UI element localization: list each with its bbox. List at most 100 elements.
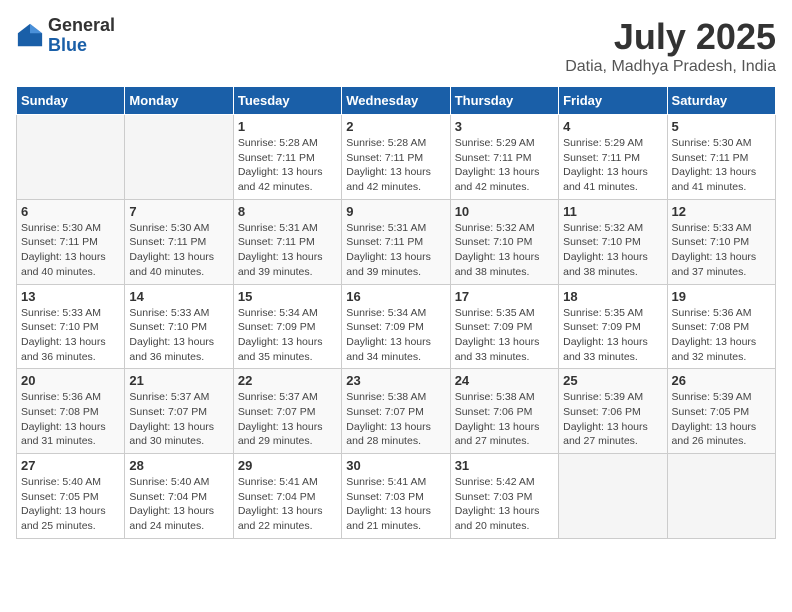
logo-general-text: General xyxy=(48,16,115,36)
day-info: Sunrise: 5:38 AM Sunset: 7:07 PM Dayligh… xyxy=(346,390,445,449)
logo: General Blue xyxy=(16,16,115,56)
day-number: 23 xyxy=(346,373,445,388)
calendar-cell: 5 Sunrise: 5:30 AM Sunset: 7:11 PM Daylig… xyxy=(667,115,775,200)
day-number: 25 xyxy=(563,373,662,388)
day-number: 4 xyxy=(563,119,662,134)
calendar-week-row: 20 Sunrise: 5:36 AM Sunset: 7:08 PM Dayli… xyxy=(17,369,776,454)
weekday-header: Monday xyxy=(125,87,233,115)
day-info: Sunrise: 5:33 AM Sunset: 7:10 PM Dayligh… xyxy=(672,221,771,280)
day-info: Sunrise: 5:40 AM Sunset: 7:04 PM Dayligh… xyxy=(129,475,228,534)
day-info: Sunrise: 5:31 AM Sunset: 7:11 PM Dayligh… xyxy=(346,221,445,280)
title-block: July 2025 Datia, Madhya Pradesh, India xyxy=(565,16,776,76)
day-info: Sunrise: 5:28 AM Sunset: 7:11 PM Dayligh… xyxy=(346,136,445,195)
day-number: 21 xyxy=(129,373,228,388)
calendar-week-row: 27 Sunrise: 5:40 AM Sunset: 7:05 PM Dayli… xyxy=(17,454,776,539)
calendar-cell: 16Sunrise: 5:34 AM Sunset: 7:09 PM Dayli… xyxy=(342,284,450,369)
calendar-cell: 23 Sunrise: 5:38 AM Sunset: 7:07 PM Dayli… xyxy=(342,369,450,454)
day-info: Sunrise: 5:42 AM Sunset: 7:03 PM Dayligh… xyxy=(455,475,554,534)
day-info: Sunrise: 5:41 AM Sunset: 7:03 PM Dayligh… xyxy=(346,475,445,534)
calendar-cell: 7 Sunrise: 5:30 AM Sunset: 7:11 PM Daylig… xyxy=(125,199,233,284)
day-number: 9 xyxy=(346,204,445,219)
day-info: Sunrise: 5:30 AM Sunset: 7:11 PM Dayligh… xyxy=(129,221,228,280)
day-number: 5 xyxy=(672,119,771,134)
calendar-cell: 30 Sunrise: 5:41 AM Sunset: 7:03 PM Dayli… xyxy=(342,454,450,539)
day-info: Sunrise: 5:41 AM Sunset: 7:04 PM Dayligh… xyxy=(238,475,337,534)
calendar-cell xyxy=(17,115,125,200)
day-info: Sunrise: 5:36 AM Sunset: 7:08 PM Dayligh… xyxy=(21,390,120,449)
calendar-cell: 1 Sunrise: 5:28 AM Sunset: 7:11 PM Daylig… xyxy=(233,115,341,200)
day-number: 28 xyxy=(129,458,228,473)
calendar-cell: 10 Sunrise: 5:32 AM Sunset: 7:10 PM Dayli… xyxy=(450,199,558,284)
logo-blue-text: Blue xyxy=(48,36,115,56)
day-info: Sunrise: 5:36 AM Sunset: 7:08 PM Dayligh… xyxy=(672,306,771,365)
day-number: 2 xyxy=(346,119,445,134)
day-number: 1 xyxy=(238,119,337,134)
calendar-cell: 18 Sunrise: 5:35 AM Sunset: 7:09 PM Dayli… xyxy=(559,284,667,369)
day-number: 30 xyxy=(346,458,445,473)
day-number: 15 xyxy=(238,289,337,304)
page-header: General Blue July 2025 Datia, Madhya Pra… xyxy=(16,16,776,76)
calendar-cell: 6Sunrise: 5:30 AM Sunset: 7:11 PM Daylig… xyxy=(17,199,125,284)
day-info: Sunrise: 5:32 AM Sunset: 7:10 PM Dayligh… xyxy=(455,221,554,280)
calendar-week-row: 6Sunrise: 5:30 AM Sunset: 7:11 PM Daylig… xyxy=(17,199,776,284)
weekday-header: Saturday xyxy=(667,87,775,115)
calendar-cell: 8 Sunrise: 5:31 AM Sunset: 7:11 PM Daylig… xyxy=(233,199,341,284)
day-info: Sunrise: 5:40 AM Sunset: 7:05 PM Dayligh… xyxy=(21,475,120,534)
calendar-cell: 13Sunrise: 5:33 AM Sunset: 7:10 PM Dayli… xyxy=(17,284,125,369)
logo-icon xyxy=(16,22,44,50)
day-info: Sunrise: 5:35 AM Sunset: 7:09 PM Dayligh… xyxy=(563,306,662,365)
day-number: 27 xyxy=(21,458,120,473)
calendar-table: SundayMondayTuesdayWednesdayThursdayFrid… xyxy=(16,86,776,539)
calendar-week-row: 1 Sunrise: 5:28 AM Sunset: 7:11 PM Daylig… xyxy=(17,115,776,200)
weekday-header: Wednesday xyxy=(342,87,450,115)
day-number: 3 xyxy=(455,119,554,134)
day-info: Sunrise: 5:30 AM Sunset: 7:11 PM Dayligh… xyxy=(21,221,120,280)
calendar-cell: 21 Sunrise: 5:37 AM Sunset: 7:07 PM Dayli… xyxy=(125,369,233,454)
day-number: 11 xyxy=(563,204,662,219)
day-number: 29 xyxy=(238,458,337,473)
location-title: Datia, Madhya Pradesh, India xyxy=(565,58,776,76)
day-number: 13 xyxy=(21,289,120,304)
day-info: Sunrise: 5:33 AM Sunset: 7:10 PM Dayligh… xyxy=(129,306,228,365)
weekday-header: Tuesday xyxy=(233,87,341,115)
calendar-cell: 25Sunrise: 5:39 AM Sunset: 7:06 PM Dayli… xyxy=(559,369,667,454)
month-title: July 2025 xyxy=(565,16,776,58)
day-number: 16 xyxy=(346,289,445,304)
day-number: 20 xyxy=(21,373,120,388)
calendar-header-row: SundayMondayTuesdayWednesdayThursdayFrid… xyxy=(17,87,776,115)
calendar-cell xyxy=(559,454,667,539)
day-info: Sunrise: 5:28 AM Sunset: 7:11 PM Dayligh… xyxy=(238,136,337,195)
calendar-cell xyxy=(125,115,233,200)
day-info: Sunrise: 5:30 AM Sunset: 7:11 PM Dayligh… xyxy=(672,136,771,195)
weekday-header: Thursday xyxy=(450,87,558,115)
day-info: Sunrise: 5:32 AM Sunset: 7:10 PM Dayligh… xyxy=(563,221,662,280)
calendar-cell: 12 Sunrise: 5:33 AM Sunset: 7:10 PM Dayli… xyxy=(667,199,775,284)
day-number: 8 xyxy=(238,204,337,219)
day-info: Sunrise: 5:29 AM Sunset: 7:11 PM Dayligh… xyxy=(455,136,554,195)
calendar-cell: 26Sunrise: 5:39 AM Sunset: 7:05 PM Dayli… xyxy=(667,369,775,454)
calendar-cell: 17Sunrise: 5:35 AM Sunset: 7:09 PM Dayli… xyxy=(450,284,558,369)
calendar-cell: 4 Sunrise: 5:29 AM Sunset: 7:11 PM Daylig… xyxy=(559,115,667,200)
calendar-cell: 9 Sunrise: 5:31 AM Sunset: 7:11 PM Daylig… xyxy=(342,199,450,284)
weekday-header: Sunday xyxy=(17,87,125,115)
weekday-header: Friday xyxy=(559,87,667,115)
calendar-cell: 11 Sunrise: 5:32 AM Sunset: 7:10 PM Dayli… xyxy=(559,199,667,284)
day-info: Sunrise: 5:38 AM Sunset: 7:06 PM Dayligh… xyxy=(455,390,554,449)
calendar-cell: 15Sunrise: 5:34 AM Sunset: 7:09 PM Dayli… xyxy=(233,284,341,369)
day-info: Sunrise: 5:37 AM Sunset: 7:07 PM Dayligh… xyxy=(129,390,228,449)
day-number: 10 xyxy=(455,204,554,219)
day-number: 22 xyxy=(238,373,337,388)
day-info: Sunrise: 5:29 AM Sunset: 7:11 PM Dayligh… xyxy=(563,136,662,195)
calendar-cell: 28 Sunrise: 5:40 AM Sunset: 7:04 PM Dayli… xyxy=(125,454,233,539)
calendar-cell: 24Sunrise: 5:38 AM Sunset: 7:06 PM Dayli… xyxy=(450,369,558,454)
day-number: 18 xyxy=(563,289,662,304)
day-info: Sunrise: 5:31 AM Sunset: 7:11 PM Dayligh… xyxy=(238,221,337,280)
day-info: Sunrise: 5:39 AM Sunset: 7:05 PM Dayligh… xyxy=(672,390,771,449)
day-number: 12 xyxy=(672,204,771,219)
day-info: Sunrise: 5:37 AM Sunset: 7:07 PM Dayligh… xyxy=(238,390,337,449)
day-info: Sunrise: 5:35 AM Sunset: 7:09 PM Dayligh… xyxy=(455,306,554,365)
day-number: 14 xyxy=(129,289,228,304)
day-number: 7 xyxy=(129,204,228,219)
calendar-cell: 2 Sunrise: 5:28 AM Sunset: 7:11 PM Daylig… xyxy=(342,115,450,200)
calendar-cell: 3 Sunrise: 5:29 AM Sunset: 7:11 PM Daylig… xyxy=(450,115,558,200)
